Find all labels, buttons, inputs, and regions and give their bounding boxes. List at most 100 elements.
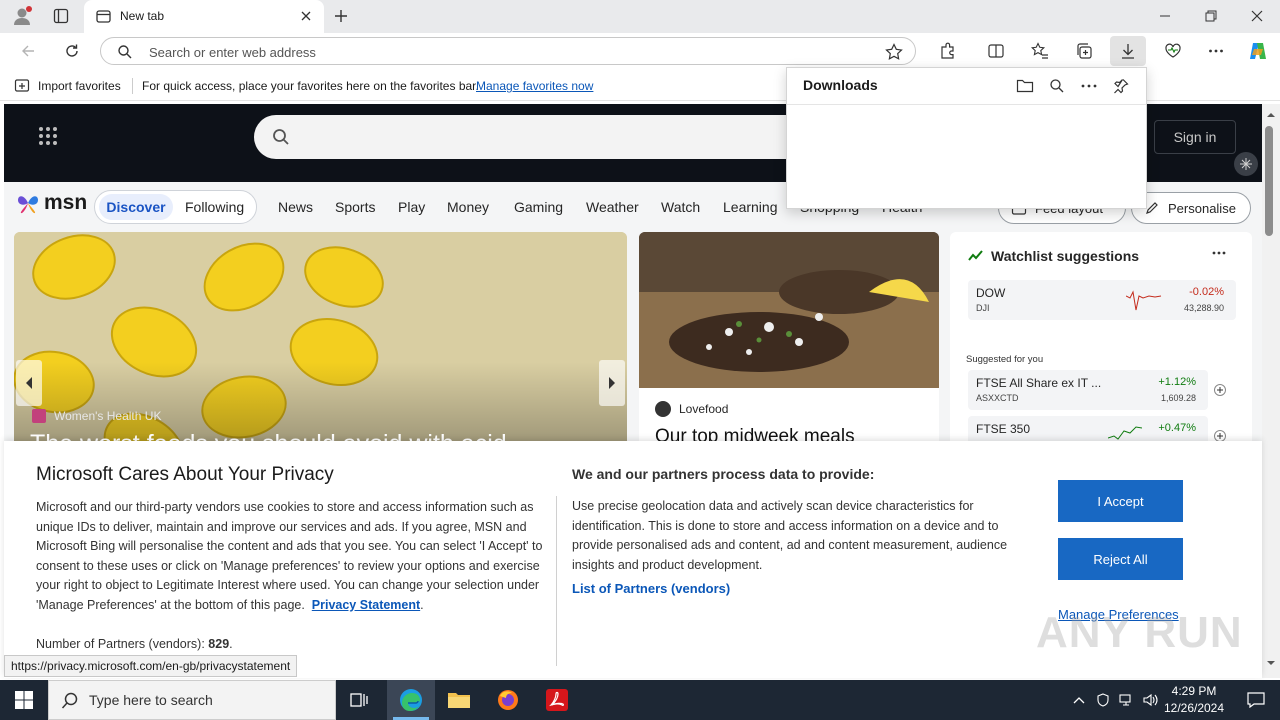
copilot-icon	[1250, 43, 1266, 59]
refresh-icon	[66, 44, 78, 57]
collections-button[interactable]	[1071, 38, 1097, 64]
carousel-prev-button[interactable]	[16, 360, 42, 406]
more-icon	[1209, 49, 1223, 53]
download-icon	[1122, 44, 1134, 59]
tray-volume[interactable]	[1140, 680, 1162, 720]
taskbar-file-explorer[interactable]	[435, 680, 483, 720]
tray-network[interactable]	[1116, 680, 1138, 720]
privacy-title: Microsoft Cares About Your Privacy	[36, 464, 334, 485]
scroll-down-icon	[1267, 661, 1275, 665]
task-view-icon	[350, 693, 368, 707]
nav-play[interactable]: Play	[398, 199, 425, 215]
nav-weather[interactable]: Weather	[586, 199, 639, 215]
privacy-body-text: Microsoft and our third-party vendors us…	[36, 500, 543, 612]
acrobat-icon	[546, 689, 568, 711]
sparkle-icon	[1240, 158, 1252, 170]
nav-news[interactable]: News	[278, 199, 313, 215]
sign-in-button[interactable]: Sign in	[1154, 120, 1236, 154]
personalise-button[interactable]: Personalise	[1131, 192, 1251, 224]
accept-button[interactable]: I Accept	[1058, 480, 1183, 522]
split-screen-button[interactable]	[983, 38, 1009, 64]
address-bar[interactable]	[100, 37, 916, 65]
show-hidden-icons-button[interactable]	[1068, 680, 1090, 720]
close-tab-button[interactable]	[298, 8, 314, 24]
taskbar-search[interactable]: Type here to search	[48, 680, 336, 720]
tab-actions-icon	[53, 8, 69, 24]
watchlist-title: Watchlist suggestions	[991, 248, 1140, 264]
tray-security[interactable]	[1092, 680, 1114, 720]
minimize-button[interactable]	[1148, 4, 1182, 28]
tab-discover[interactable]: Discover	[99, 194, 173, 220]
feed-switcher: Discover Following	[94, 190, 257, 224]
shield-icon	[1097, 693, 1109, 707]
reject-all-button[interactable]: Reject All	[1058, 538, 1183, 580]
tab-following[interactable]: Following	[185, 199, 244, 215]
nav-money[interactable]: Money	[447, 199, 489, 215]
status-url: https://privacy.microsoft.com/en-gb/priv…	[4, 655, 298, 677]
downloads-button[interactable]	[1110, 36, 1146, 66]
taskbar-acrobat[interactable]	[533, 680, 581, 720]
manage-favorites-link[interactable]: Manage favorites now	[476, 79, 593, 93]
stock-value: 1,609.28	[1160, 393, 1196, 403]
refresh-button[interactable]	[60, 39, 84, 63]
back-button[interactable]	[16, 39, 40, 63]
favorite-star-icon[interactable]	[885, 43, 903, 61]
close-icon	[301, 11, 311, 21]
import-icon	[14, 79, 30, 92]
downloads-title: Downloads	[803, 77, 878, 93]
extensions-button[interactable]	[935, 38, 961, 64]
stock-symbol: FTSE All Share ex IT ...	[976, 376, 1102, 390]
tab-actions-button[interactable]	[48, 4, 74, 28]
search-downloads-button[interactable]	[1045, 74, 1069, 98]
scrollbar-thumb[interactable]	[1265, 126, 1273, 236]
settings-more-button[interactable]	[1203, 38, 1229, 64]
downloads-more-button[interactable]	[1077, 74, 1101, 98]
restore-button[interactable]	[1194, 4, 1228, 28]
profile-button[interactable]	[8, 4, 36, 28]
chevron-up-icon	[1073, 697, 1085, 704]
theme-toggle-button[interactable]	[1234, 152, 1258, 176]
stock-value: 43,288.90	[1183, 303, 1224, 313]
tab-title: New tab	[120, 9, 165, 23]
add-icon[interactable]	[1214, 384, 1226, 396]
more-icon[interactable]	[1212, 250, 1226, 256]
tab-new-tab[interactable]: New tab	[84, 0, 324, 34]
privacy-body: Microsoft and our third-party vendors us…	[36, 500, 543, 612]
nav-watch[interactable]: Watch	[661, 199, 700, 215]
search-icon	[1050, 79, 1064, 93]
more-icon	[1081, 84, 1097, 88]
divider	[787, 104, 1146, 105]
copilot-button[interactable]	[1244, 37, 1272, 65]
task-view-button[interactable]	[336, 680, 384, 720]
pin-downloads-button[interactable]	[1109, 74, 1133, 98]
apps-grid-icon[interactable]	[38, 126, 58, 146]
publisher-logo-icon	[32, 409, 46, 423]
import-favorites-button[interactable]: Import favorites	[38, 79, 121, 93]
open-downloads-folder-button[interactable]	[1013, 74, 1037, 98]
address-input[interactable]	[149, 42, 849, 62]
start-button[interactable]	[0, 680, 48, 720]
folder-icon	[1016, 79, 1034, 93]
msn-logo[interactable]: msn	[16, 191, 87, 215]
split-screen-icon	[988, 44, 1004, 58]
browser-essentials-button[interactable]	[1160, 38, 1186, 64]
taskbar-firefox[interactable]	[484, 680, 532, 720]
action-center-button[interactable]	[1232, 680, 1280, 720]
close-window-button[interactable]	[1240, 4, 1274, 28]
stock-exchange: DJI	[976, 303, 990, 313]
partners-list-link[interactable]: List of Partners (vendors)	[572, 581, 730, 596]
new-tab-button[interactable]	[330, 5, 352, 27]
sparkline	[1126, 290, 1162, 311]
search-icon	[61, 692, 78, 709]
nav-learning[interactable]: Learning	[723, 199, 778, 215]
restore-icon	[1205, 10, 1217, 22]
carousel-next-button[interactable]	[599, 360, 625, 406]
favorites-button[interactable]	[1027, 38, 1053, 64]
watchlist-row-ftse-all-share[interactable]: FTSE All Share ex IT ... ASXXCTD +1.12% …	[968, 370, 1208, 410]
taskbar-clock[interactable]: 4:29 PM 12/26/2024	[1160, 683, 1228, 717]
taskbar-edge[interactable]	[387, 680, 435, 720]
privacy-statement-link[interactable]: Privacy Statement	[312, 598, 420, 612]
watchlist-row-dow[interactable]: DOW DJI -0.02% 43,288.90	[968, 280, 1236, 320]
nav-sports[interactable]: Sports	[335, 199, 375, 215]
nav-gaming[interactable]: Gaming	[514, 199, 563, 215]
